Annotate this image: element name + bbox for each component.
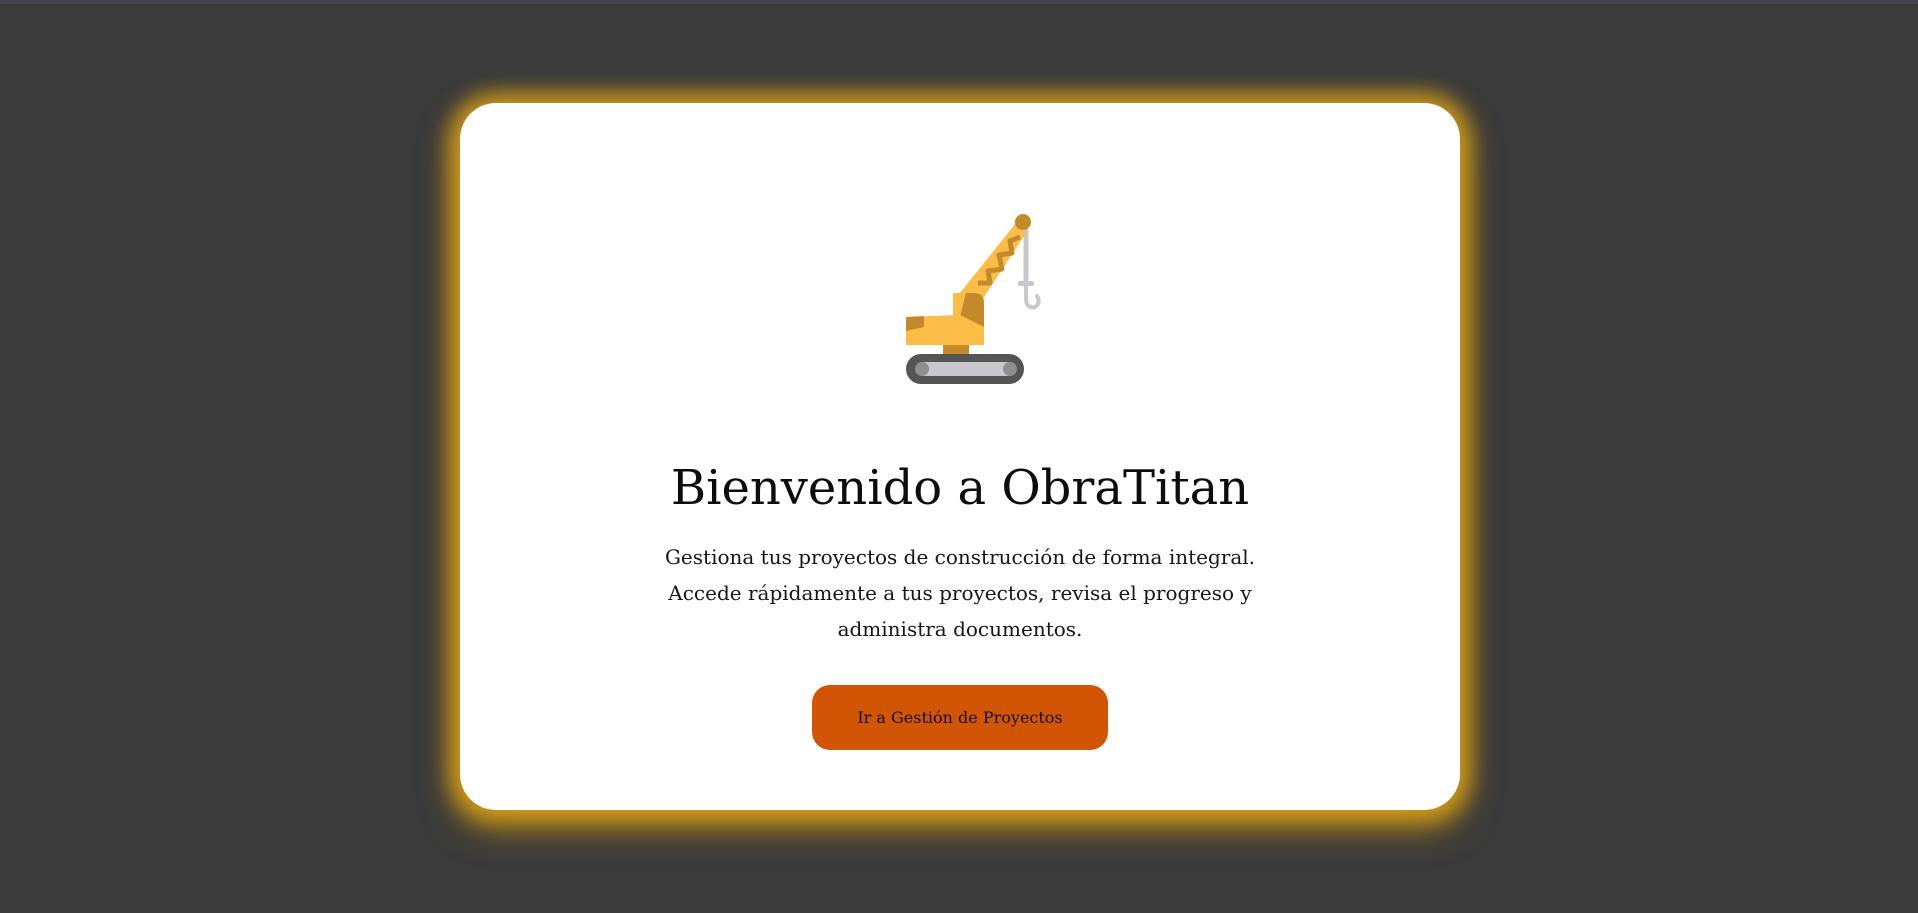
welcome-card: Bienvenido a ObraTitan Gestiona tus proy… (460, 103, 1460, 810)
top-strip (0, 0, 1918, 4)
description-line: Gestiona tus proyectos de construcción d… (664, 545, 1256, 569)
welcome-description: Gestiona tus proyectos de construcción d… (620, 539, 1300, 647)
page-title: Bienvenido a ObraTitan (670, 460, 1250, 516)
crane-icon (898, 203, 1048, 393)
description-line: Accede rápidamente a tus proyectos, revi… (668, 581, 1252, 641)
go-to-projects-button[interactable]: Ir a Gestión de Proyectos (812, 685, 1108, 750)
